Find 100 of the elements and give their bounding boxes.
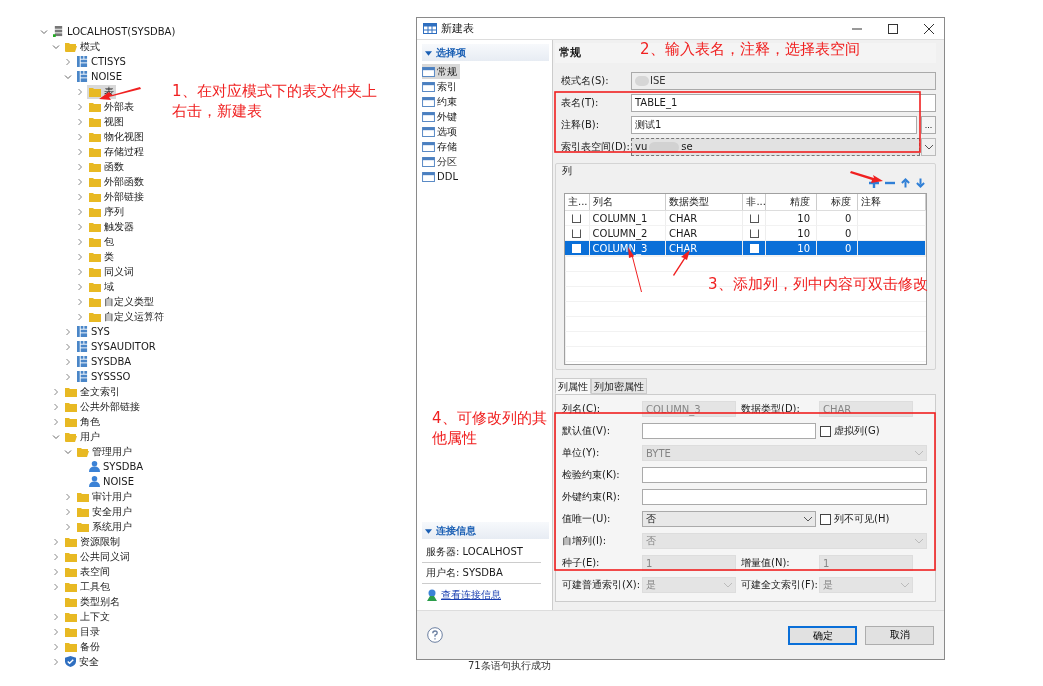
tree-item[interactable]: 外部链接 <box>87 189 146 204</box>
nav-item[interactable]: 存储 <box>422 139 460 154</box>
dropdown-button[interactable] <box>921 138 936 156</box>
checkbox[interactable] <box>572 213 582 223</box>
nav-item[interactable]: 外键 <box>422 109 460 124</box>
dropdown[interactable]: 否 <box>642 511 816 527</box>
tree-item[interactable]: SYSDBA <box>75 354 134 369</box>
chevron-icon[interactable] <box>76 297 84 306</box>
chevron-icon[interactable] <box>76 267 84 276</box>
tree-item[interactable]: NOISE <box>87 474 136 489</box>
tree-item[interactable]: SYSDBA <box>87 459 146 474</box>
tree-item[interactable]: 外部表 <box>87 99 136 114</box>
chevron-icon[interactable] <box>40 27 48 36</box>
tree-item[interactable]: 外部函数 <box>87 174 146 189</box>
chevron-icon[interactable] <box>52 402 60 411</box>
checkbox[interactable] <box>572 228 582 238</box>
chevron-icon[interactable] <box>64 57 72 66</box>
tree-item[interactable]: SYSAUDITOR <box>75 339 158 354</box>
chevron-icon[interactable] <box>76 102 84 111</box>
chevron-icon[interactable] <box>76 282 84 291</box>
chevron-icon[interactable] <box>52 432 60 441</box>
tree-item[interactable]: 自定义类型 <box>87 294 156 309</box>
nav-item[interactable]: 常规 <box>422 64 460 79</box>
chevron-icon[interactable] <box>52 552 60 561</box>
chevron-icon[interactable] <box>76 162 84 171</box>
connection-link[interactable]: 查看连接信息 <box>441 588 501 602</box>
browse-button[interactable]: ... <box>921 116 936 134</box>
tree-item[interactable]: 角色 <box>63 414 102 429</box>
column-header[interactable]: 主... <box>565 194 590 210</box>
nav-item[interactable]: 选项 <box>422 124 460 139</box>
tree-item[interactable]: 表空间 <box>63 564 112 579</box>
tab[interactable]: 列属性 <box>555 378 591 394</box>
chevron-icon[interactable] <box>52 642 60 651</box>
dialog-button[interactable]: 取消 <box>865 625 934 645</box>
chevron-icon[interactable] <box>64 522 72 531</box>
chevron-icon[interactable] <box>64 327 72 336</box>
tree-item[interactable]: 自定义运算符 <box>87 309 166 324</box>
chevron-icon[interactable] <box>76 132 84 141</box>
nav-item[interactable]: 分区 <box>422 154 460 169</box>
tree-item[interactable]: 公共同义词 <box>63 549 132 564</box>
nav-item[interactable]: 约束 <box>422 94 460 109</box>
tree-item[interactable]: 触发器 <box>87 219 136 234</box>
chevron-icon[interactable] <box>76 312 84 321</box>
tree-item[interactable]: 存储过程 <box>87 144 146 159</box>
tree-item[interactable]: 序列 <box>87 204 126 219</box>
tree-item[interactable]: 系统用户 <box>75 519 134 534</box>
close-icon[interactable] <box>924 23 934 34</box>
chevron-icon[interactable] <box>52 567 60 576</box>
tree-item[interactable]: 备份 <box>63 639 102 654</box>
checkbox-label[interactable]: 列不可见(H) <box>820 512 890 526</box>
tree-item[interactable]: 全文索引 <box>63 384 122 399</box>
tree-item[interactable]: SYS <box>75 324 112 339</box>
tree-item[interactable]: 模式 <box>63 39 102 54</box>
tree-item[interactable]: 视图 <box>87 114 126 129</box>
arrow-up-icon[interactable] <box>901 178 910 188</box>
chevron-icon[interactable] <box>76 222 84 231</box>
tree-item[interactable]: 审计用户 <box>75 489 134 504</box>
input-field[interactable] <box>642 467 927 483</box>
table-row[interactable]: COLUMN_1 CHAR 10 0 <box>565 211 926 226</box>
column-header[interactable]: 标度 <box>817 194 859 210</box>
table-name-field[interactable]: TABLE_1 <box>631 94 936 112</box>
checkbox[interactable] <box>749 228 759 238</box>
chevron-icon[interactable] <box>76 252 84 261</box>
chevron-icon[interactable] <box>64 72 72 81</box>
checkbox[interactable] <box>820 425 831 437</box>
column-header[interactable]: 列名 <box>589 194 666 210</box>
tree-item[interactable]: 用户 <box>63 429 102 444</box>
chevron-icon[interactable] <box>52 537 60 546</box>
tree-item[interactable]: SYSSSO <box>75 369 133 384</box>
chevron-icon[interactable] <box>76 147 84 156</box>
input-field[interactable] <box>642 423 816 439</box>
chevron-icon[interactable] <box>76 192 84 201</box>
tree-item[interactable]: LOCALHOST(SYSDBA) <box>51 24 178 39</box>
chevron-icon[interactable] <box>64 492 72 501</box>
column-header[interactable]: 数据类型 <box>666 194 744 210</box>
chevron-icon[interactable] <box>52 612 60 621</box>
chevron-icon[interactable] <box>52 582 60 591</box>
chevron-icon[interactable] <box>64 447 72 456</box>
tree-item[interactable]: 安全 <box>63 654 101 669</box>
tree-item[interactable]: 函数 <box>87 159 126 174</box>
nav-item[interactable]: 索引 <box>422 79 460 94</box>
checkbox[interactable] <box>820 513 831 525</box>
chevron-icon[interactable] <box>52 387 60 396</box>
tree-item[interactable]: NOISE <box>75 69 124 84</box>
chevron-icon[interactable] <box>64 507 72 516</box>
chevron-icon[interactable] <box>52 627 60 636</box>
tree-item[interactable]: CTISYS <box>75 54 128 69</box>
checkbox-label[interactable]: 虚拟列(G) <box>820 424 880 438</box>
dialog-button[interactable]: 确定 <box>788 625 857 645</box>
tree-item[interactable]: 上下文 <box>63 609 112 624</box>
section-header[interactable]: 连接信息 <box>422 522 549 539</box>
tree-item[interactable]: 安全用户 <box>75 504 134 519</box>
tree-item[interactable]: 目录 <box>63 624 102 639</box>
help-icon[interactable] <box>427 627 443 643</box>
chevron-icon[interactable] <box>64 357 72 366</box>
tree-item[interactable]: 同义词 <box>87 264 136 279</box>
chevron-icon[interactable] <box>76 177 84 186</box>
chevron-icon[interactable] <box>52 42 60 51</box>
tab[interactable]: 列加密属性 <box>591 378 647 394</box>
tree-item[interactable]: 类 <box>87 249 116 264</box>
